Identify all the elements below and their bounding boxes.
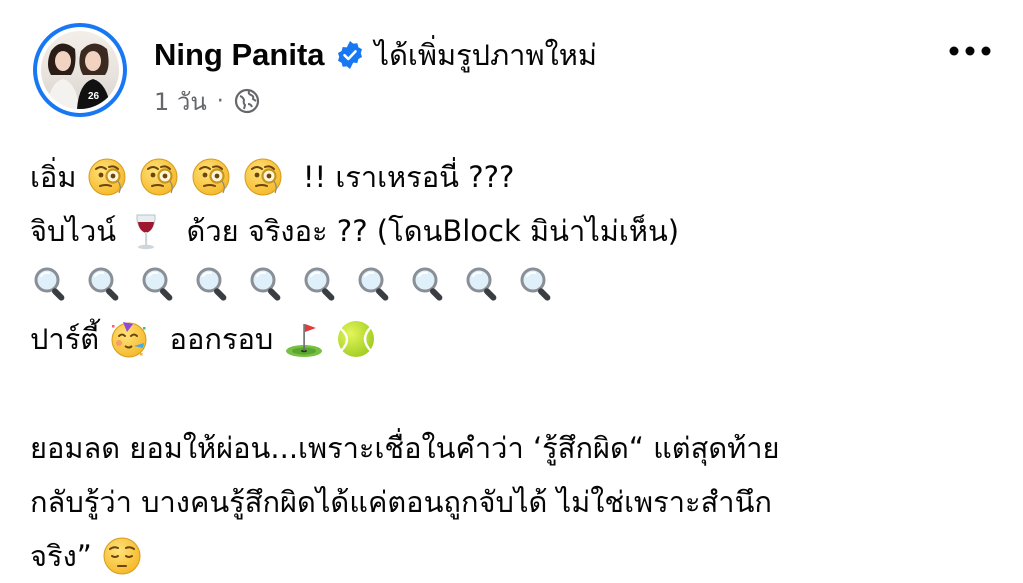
pensive-face-icon [101, 536, 147, 576]
post-line-3 [30, 258, 1005, 312]
post-header-title: Ning Panita ได้เพิ่มรูปภาพใหม่ [154, 30, 597, 80]
avatar-photo: 26 [41, 31, 119, 109]
post-body: เอิ่ม !! เราเหรอนี่ ??? จิบไวน์ ด้วย จริ… [30, 150, 1005, 583]
post-line-4: ปาร์ตี้ ออกรอบ [30, 312, 1005, 366]
post-line-7: จริง” [30, 529, 1005, 583]
magnifying-glass-icon [192, 265, 238, 305]
post-text: !! เราเหรอนี่ ??? [293, 160, 515, 194]
magnifying-glass-icon [300, 265, 346, 305]
facebook-post: 26 Ning Panita ได้เพิ่มรูปภาพใหม่ 1 วัน … [0, 0, 1023, 572]
post-text: ด้วย จริงอะ ?? (โดนBlock มิน่าไม่เห็น) [177, 214, 680, 248]
post-meta: 1 วัน · [154, 84, 260, 118]
globe-icon[interactable] [234, 88, 260, 114]
author-avatar[interactable]: 26 [33, 23, 127, 117]
face-with-monocle-icon [86, 157, 132, 197]
more-options-button[interactable] [942, 34, 998, 68]
golf-flag-icon [283, 319, 329, 359]
post-line-5: ยอมลด ยอมให้ผ่อน...เพราะเชื่อในคำว่า ‘รู… [30, 421, 1005, 475]
magnifying-glass-icon [138, 265, 184, 305]
face-with-monocle-icon [242, 157, 288, 197]
magnifying-glass-icon [30, 265, 76, 305]
post-text: จิบไวน์ [30, 214, 126, 248]
post-action-text: ได้เพิ่มรูปภาพใหม่ [374, 38, 597, 72]
post-text: กลับรู้ว่า บางคนรู้สึกผิดได้แค่ตอนถูกจับ… [30, 485, 772, 519]
magnifying-glass-icon [516, 265, 562, 305]
post-text: จริง” [30, 539, 101, 573]
meta-separator: · [216, 88, 224, 114]
more-options-icon [949, 46, 991, 56]
magnifying-glass-icon [408, 265, 454, 305]
post-timestamp[interactable]: 1 วัน [154, 82, 207, 121]
post-line-6: กลับรู้ว่า บางคนรู้สึกผิดได้แค่ตอนถูกจับ… [30, 475, 1005, 529]
post-line-2: จิบไวน์ ด้วย จริงอะ ?? (โดนBlock มิน่าไม… [30, 204, 1005, 258]
avatar-image: 26 [47, 43, 111, 109]
post-text: ยอมลด ยอมให้ผ่อน...เพราะเชื่อในคำว่า ‘รู… [30, 431, 780, 465]
author-name[interactable]: Ning Panita [154, 37, 325, 73]
verified-badge-icon [335, 40, 365, 70]
magnifying-glass-icon [462, 265, 508, 305]
tennis-ball-icon [335, 319, 381, 359]
avatar-jersey-number: 26 [88, 91, 100, 102]
post-line-1: เอิ่ม !! เราเหรอนี่ ??? [30, 150, 1005, 204]
face-with-monocle-icon [190, 157, 236, 197]
post-text: เอิ่ม [30, 160, 86, 194]
wine-glass-icon [125, 211, 171, 251]
magnifying-glass-icon [246, 265, 292, 305]
magnifying-glass-icon [84, 265, 130, 305]
face-with-monocle-icon [138, 157, 184, 197]
magnifying-glass-icon [354, 265, 400, 305]
post-text: ออกรอบ [160, 322, 283, 356]
post-text: ปาร์ตี้ [30, 322, 109, 356]
partying-face-icon [108, 319, 154, 359]
